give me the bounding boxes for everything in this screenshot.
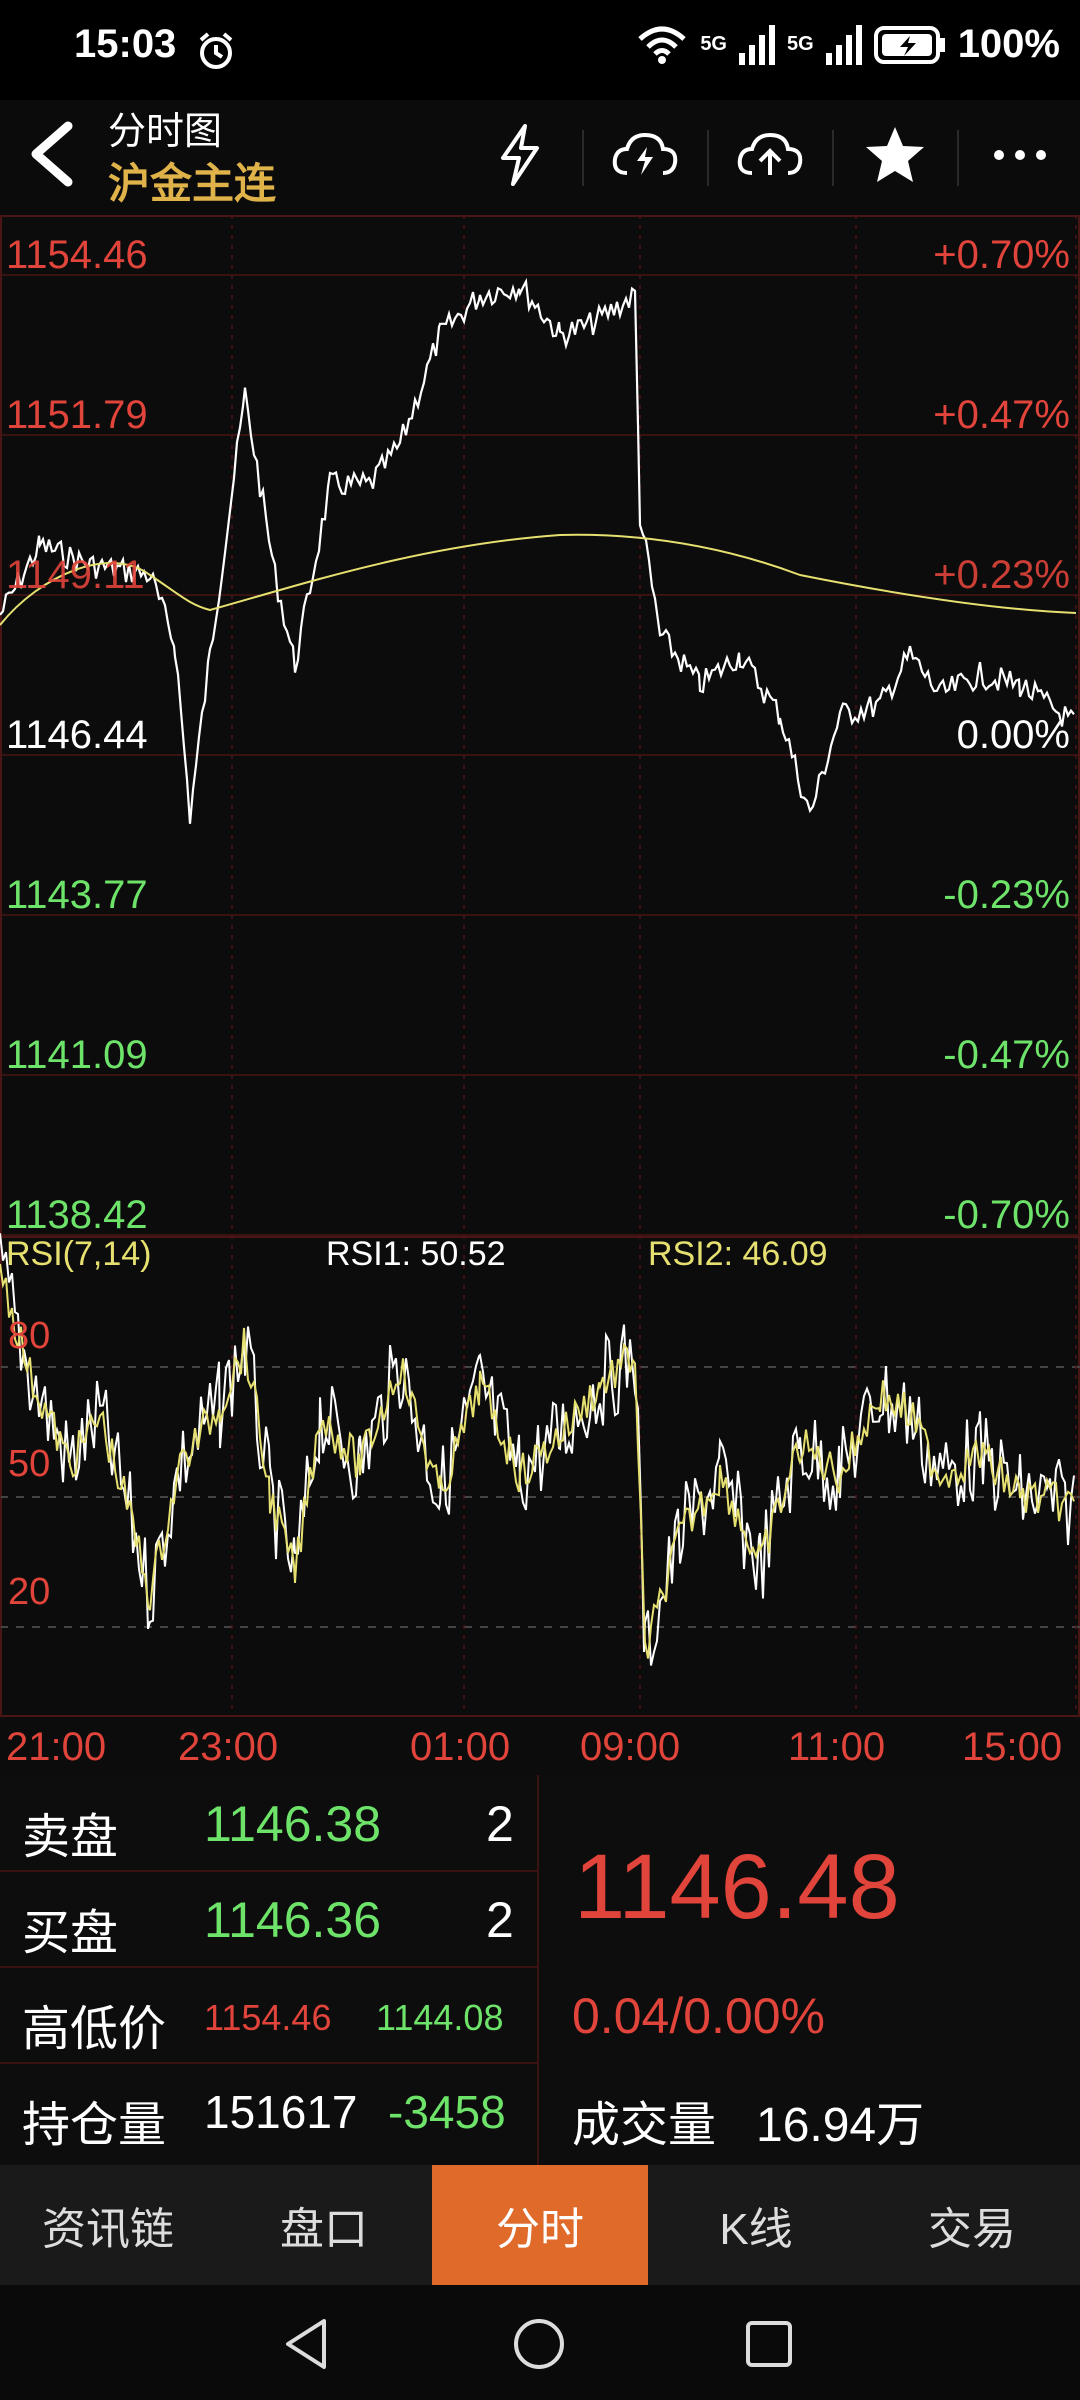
percent-tick: +0.47% bbox=[933, 393, 1070, 437]
app-header: 分时图 沪金主连 bbox=[0, 100, 1080, 215]
rsi-tick: 80 bbox=[8, 1315, 51, 1357]
rsi2-value: RSI2: 46.09 bbox=[648, 1235, 828, 1273]
cloud-sync-button[interactable] bbox=[605, 120, 685, 190]
open-interest-label: 持仓量 bbox=[22, 2099, 167, 2152]
battery-charging-icon bbox=[873, 25, 945, 64]
rsi1-value: RSI1: 50.52 bbox=[326, 1235, 506, 1273]
status-indicators: 5G 5G 100% bbox=[636, 22, 1060, 67]
header-divider bbox=[832, 130, 834, 186]
chart-canvas bbox=[0, 215, 1080, 1717]
flash-button[interactable] bbox=[480, 120, 560, 190]
buy-label: 买盘 bbox=[22, 1907, 119, 1960]
time-tick: 01:00 bbox=[410, 1725, 511, 1769]
header-divider bbox=[707, 130, 709, 186]
buy-qty: 2 bbox=[486, 1892, 514, 1948]
price-change: 0.04/0.00% bbox=[572, 1988, 825, 2044]
price-tick: 1141.09 bbox=[6, 1033, 148, 1077]
lightning-icon bbox=[501, 124, 539, 186]
intraday-chart[interactable]: 1154.46 1151.79 1149.11 1146.44 1143.77 … bbox=[0, 215, 1080, 1775]
price-tick: 1138.42 bbox=[6, 1193, 148, 1237]
percent-tick: +0.23% bbox=[933, 553, 1070, 597]
volume-label: 成交量 bbox=[572, 2099, 717, 2152]
open-interest: 151617 bbox=[204, 2086, 358, 2138]
alarm-icon bbox=[199, 32, 233, 69]
page-title: 分时图 bbox=[108, 111, 223, 153]
favorite-button[interactable] bbox=[855, 120, 935, 190]
price-line bbox=[0, 277, 1075, 824]
signal-5g-label-2: 5G bbox=[787, 33, 814, 55]
back-arrow-icon[interactable] bbox=[22, 118, 82, 190]
open-interest-change: -3458 bbox=[388, 2086, 506, 2138]
tab-trade[interactable]: 交易 bbox=[864, 2165, 1080, 2285]
price-tick: 1143.77 bbox=[6, 873, 148, 917]
sell-label: 卖盘 bbox=[22, 1811, 119, 1864]
high-low-label: 高低价 bbox=[22, 2003, 167, 2056]
rsi-tick: 50 bbox=[8, 1443, 51, 1485]
cloud-upload-icon bbox=[737, 132, 803, 175]
battery-percent: 100% bbox=[957, 22, 1060, 66]
tab-news-chain[interactable]: 资讯链 bbox=[0, 2165, 216, 2285]
time-tick: 23:00 bbox=[178, 1725, 279, 1769]
rsi1-line bbox=[0, 1233, 1075, 1666]
rsi2-line bbox=[0, 1263, 1075, 1659]
last-price: 1146.48 bbox=[574, 1836, 900, 1938]
sell-qty: 2 bbox=[486, 1796, 514, 1852]
cloud-lightning-icon bbox=[612, 132, 678, 175]
status-time: 15:03 bbox=[74, 22, 177, 66]
rsi-title: RSI(7,14) bbox=[6, 1235, 152, 1273]
chart-frame bbox=[0, 215, 1080, 1717]
time-tick: 11:00 bbox=[788, 1725, 886, 1769]
wifi-icon bbox=[638, 26, 686, 64]
buy-price: 1146.36 bbox=[204, 1892, 382, 1948]
price-tick: 1154.46 bbox=[6, 233, 148, 277]
signal-bars-icon bbox=[825, 24, 862, 65]
system-nav-bar bbox=[0, 2285, 1080, 2400]
time-tick: 09:00 bbox=[580, 1725, 681, 1769]
price-tick: 1151.79 bbox=[6, 393, 148, 437]
percent-tick: +0.70% bbox=[933, 233, 1070, 277]
more-button[interactable] bbox=[980, 120, 1060, 190]
time-tick: 21:00 bbox=[6, 1725, 107, 1769]
price-tick: 1146.44 bbox=[6, 713, 148, 757]
tab-order-book[interactable]: 盘口 bbox=[216, 2165, 432, 2285]
price-tick: 1149.11 bbox=[6, 553, 145, 597]
header-divider bbox=[582, 130, 584, 186]
average-price-line bbox=[0, 533, 1077, 626]
more-dots-icon bbox=[994, 150, 1046, 160]
percent-tick: -0.23% bbox=[943, 873, 1070, 917]
status-bar: 15:03 5G 5G 100% bbox=[0, 0, 1080, 100]
nav-back-icon[interactable] bbox=[282, 2317, 332, 2371]
nav-recents-icon[interactable] bbox=[744, 2319, 794, 2369]
percent-tick: -0.70% bbox=[943, 1193, 1070, 1237]
rsi-tick: 20 bbox=[8, 1571, 51, 1613]
quote-panel: 卖盘 1146.38 2 买盘 1146.36 2 高低价 1154.46 11… bbox=[0, 1775, 1080, 2165]
tab-intraday[interactable]: 分时 bbox=[432, 2165, 648, 2285]
signal-5g-label-1: 5G bbox=[700, 33, 727, 55]
star-icon bbox=[866, 127, 924, 182]
percent-tick: 0.00% bbox=[956, 713, 1070, 757]
volume-value: 16.94万 bbox=[756, 2099, 925, 2152]
signal-bars-icon bbox=[739, 24, 775, 65]
cloud-upload-button[interactable] bbox=[730, 120, 810, 190]
header-divider bbox=[957, 130, 959, 186]
high-price: 1154.46 bbox=[204, 1997, 332, 2038]
sell-price: 1146.38 bbox=[204, 1796, 382, 1852]
nav-home-icon[interactable] bbox=[512, 2317, 566, 2371]
low-price: 1144.08 bbox=[376, 1997, 504, 2038]
percent-tick: -0.47% bbox=[943, 1033, 1070, 1077]
tab-kline[interactable]: K线 bbox=[648, 2165, 864, 2285]
instrument-name: 沪金主连 bbox=[108, 160, 277, 207]
bottom-tab-bar: 资讯链 盘口 分时 K线 交易 bbox=[0, 2165, 1080, 2285]
time-tick: 15:00 bbox=[962, 1725, 1063, 1769]
